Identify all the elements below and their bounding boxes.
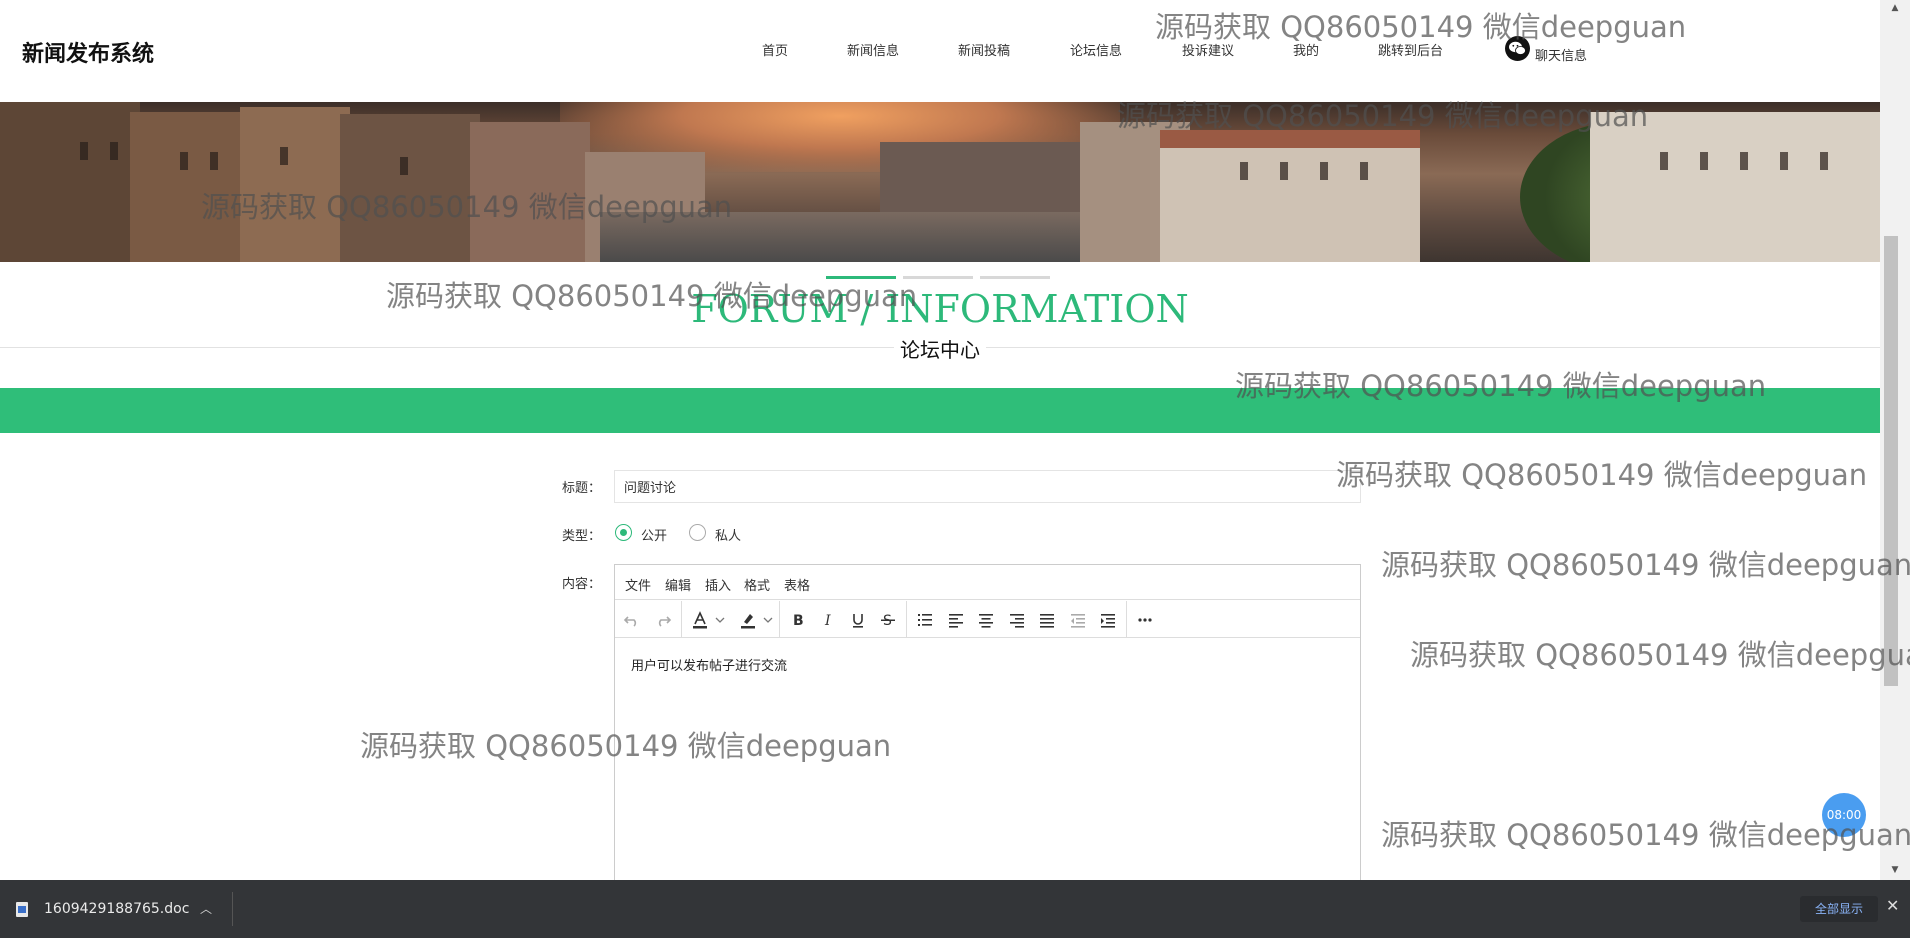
nav-admin[interactable]: 跳转到后台 bbox=[1378, 40, 1443, 59]
editor-menu-file[interactable]: 文件 bbox=[625, 575, 651, 594]
banner-window bbox=[1820, 152, 1828, 170]
editor-toolbar: B I S bbox=[615, 601, 1360, 638]
download-bar: 1609429188765.doc ︿ 全部显示 ✕ bbox=[0, 880, 1910, 938]
type-public-label[interactable]: 公开 bbox=[641, 525, 667, 544]
toolbar-separator bbox=[779, 601, 780, 638]
banner-building bbox=[240, 107, 350, 262]
indent-icon[interactable] bbox=[1095, 608, 1121, 632]
type-public-radio[interactable] bbox=[615, 524, 632, 541]
section-title-cn: 论坛中心 bbox=[894, 338, 986, 362]
wechat-icon[interactable] bbox=[1505, 36, 1530, 61]
scroll-up-icon[interactable]: ▲ bbox=[1880, 0, 1910, 16]
nav-news-info[interactable]: 新闻信息 bbox=[847, 40, 899, 59]
scroll-down-icon[interactable]: ▼ bbox=[1880, 862, 1910, 878]
toolbar-separator bbox=[1126, 601, 1127, 638]
more-icon[interactable] bbox=[1132, 608, 1158, 632]
show-all-downloads-button[interactable]: 全部显示 bbox=[1800, 896, 1878, 922]
strikethrough-icon[interactable]: S bbox=[875, 608, 901, 632]
text-color-dropdown-icon[interactable] bbox=[711, 608, 727, 632]
align-justify-icon[interactable] bbox=[1034, 608, 1060, 632]
banner-window bbox=[1700, 152, 1708, 170]
banner-building bbox=[470, 122, 590, 262]
banner-window bbox=[1660, 152, 1668, 170]
nav-mine[interactable]: 我的 bbox=[1293, 40, 1319, 59]
outdent-icon[interactable] bbox=[1065, 608, 1091, 632]
floating-timer-bubble[interactable]: 08:00 bbox=[1822, 793, 1866, 837]
banner-window bbox=[1740, 152, 1748, 170]
site-header: 新闻发布系统 首页 新闻信息 新闻投稿 论坛信息 投诉建议 我的 跳转到后台 聊… bbox=[0, 0, 1880, 102]
banner-window bbox=[280, 147, 288, 165]
banner-canal bbox=[600, 212, 1120, 262]
chevron-up-icon[interactable]: ︿ bbox=[200, 900, 212, 917]
section-green-bar bbox=[0, 388, 1880, 433]
carousel-indicator-3[interactable] bbox=[980, 276, 1050, 279]
banner-window bbox=[1780, 152, 1788, 170]
nav-chat[interactable]: 聊天信息 bbox=[1535, 45, 1587, 64]
highlight-dropdown-icon[interactable] bbox=[759, 608, 775, 632]
banner-building bbox=[340, 114, 480, 262]
title-input[interactable] bbox=[614, 470, 1361, 503]
bold-icon[interactable]: B bbox=[785, 608, 811, 632]
section-title-cn-wrap: 论坛中心 bbox=[0, 334, 1880, 363]
scrollbar-thumb[interactable] bbox=[1884, 236, 1898, 686]
nav-forum-info[interactable]: 论坛信息 bbox=[1070, 40, 1122, 59]
hero-banner bbox=[0, 102, 1880, 262]
carousel-indicator-1[interactable] bbox=[826, 276, 896, 279]
align-right-icon[interactable] bbox=[1004, 608, 1030, 632]
editor-menubar: 文件 编辑 插入 格式 表格 bbox=[615, 565, 1360, 600]
close-icon[interactable]: ✕ bbox=[1886, 896, 1899, 915]
editor-menu-format[interactable]: 格式 bbox=[744, 575, 770, 594]
watermark: 源码获取 QQ86050149 微信deepguan bbox=[1410, 638, 1910, 672]
banner-building bbox=[1590, 112, 1880, 262]
banner-roof bbox=[1160, 130, 1420, 148]
nav-complaints[interactable]: 投诉建议 bbox=[1182, 40, 1234, 59]
doc-file-icon bbox=[16, 902, 28, 917]
page: 新闻发布系统 首页 新闻信息 新闻投稿 论坛信息 投诉建议 我的 跳转到后台 聊… bbox=[0, 0, 1910, 938]
banner-building bbox=[1160, 140, 1420, 262]
toolbar-separator bbox=[906, 601, 907, 638]
title-label: 标题： bbox=[562, 481, 602, 496]
download-item-filename[interactable]: 1609429188765.doc bbox=[44, 901, 189, 917]
banner-window bbox=[400, 157, 408, 175]
align-left-icon[interactable] bbox=[943, 608, 969, 632]
download-separator bbox=[232, 892, 233, 926]
nav-news-submit[interactable]: 新闻投稿 bbox=[958, 40, 1010, 59]
watermark: 源码获取 QQ86050149 微信deepguan bbox=[1381, 548, 1910, 582]
banner-building bbox=[130, 112, 250, 262]
banner-building bbox=[0, 102, 140, 262]
banner-window bbox=[180, 152, 188, 170]
banner-window bbox=[80, 142, 88, 160]
toolbar-separator bbox=[681, 601, 682, 638]
nav-home[interactable]: 首页 bbox=[762, 40, 788, 59]
align-center-icon[interactable] bbox=[973, 608, 999, 632]
editor-menu-edit[interactable]: 编辑 bbox=[665, 575, 691, 594]
site-brand[interactable]: 新闻发布系统 bbox=[22, 36, 154, 68]
italic-icon[interactable]: I bbox=[815, 608, 841, 632]
banner-window bbox=[1360, 162, 1368, 180]
content-label: 内容： bbox=[562, 577, 602, 592]
redo-icon[interactable] bbox=[650, 608, 676, 632]
svg-text:B: B bbox=[793, 613, 804, 629]
editor-menu-table[interactable]: 表格 bbox=[784, 575, 810, 594]
text-color-icon[interactable] bbox=[687, 608, 713, 632]
section-title-en: FORUM / INFORMATION bbox=[691, 287, 1189, 331]
bullet-list-icon[interactable] bbox=[912, 608, 938, 632]
editor-content[interactable]: 用户可以发布帖子进行交流 bbox=[631, 655, 787, 674]
type-private-label[interactable]: 私人 bbox=[715, 525, 741, 544]
banner-window bbox=[1240, 162, 1248, 180]
editor-menu-insert[interactable]: 插入 bbox=[705, 575, 731, 594]
watermark: 源码获取 QQ86050149 微信deepguan bbox=[1336, 458, 1868, 492]
banner-window bbox=[110, 142, 118, 160]
underline-icon[interactable] bbox=[845, 608, 871, 632]
banner-window bbox=[1320, 162, 1328, 180]
type-label: 类型： bbox=[562, 529, 602, 544]
rich-text-editor: 文件 编辑 插入 格式 表格 B I S bbox=[614, 564, 1361, 894]
banner-window bbox=[1280, 162, 1288, 180]
highlight-icon[interactable] bbox=[735, 608, 761, 632]
type-private-radio[interactable] bbox=[689, 524, 706, 541]
banner-window bbox=[210, 152, 218, 170]
undo-icon[interactable] bbox=[619, 608, 645, 632]
svg-text:I: I bbox=[824, 613, 831, 629]
carousel-indicator-2[interactable] bbox=[903, 276, 973, 279]
